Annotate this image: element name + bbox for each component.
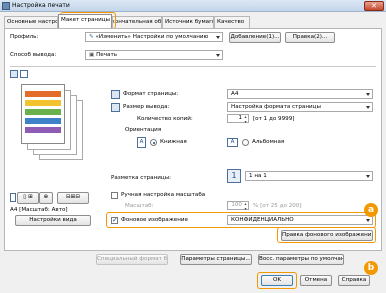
portrait-radio[interactable]	[150, 139, 157, 146]
output-size-label: Размер вывода:	[123, 104, 170, 110]
profile-select[interactable]: ✎ «Изменить» Настройки по умолчанию	[85, 32, 223, 42]
separator	[10, 66, 376, 67]
edit-watermark-highlight	[277, 227, 376, 243]
portrait-label: Книжная	[160, 139, 187, 145]
page-options-button[interactable]: Параметры страницы...	[180, 254, 252, 265]
page-layout-label: Разметка страницы:	[111, 175, 171, 181]
output-size-select[interactable]: Настройка формата страницы	[227, 102, 373, 112]
printer-icon	[2, 2, 10, 10]
view-pages-button[interactable]: ▯ ⊞	[17, 192, 39, 204]
manual-scaling-checkbox[interactable]	[111, 192, 118, 199]
title-bar: Настройка печати ✕	[0, 0, 386, 12]
orientation-label: Ориентация	[125, 127, 162, 133]
edit-profile-button[interactable]: Правка(2)...	[285, 32, 335, 43]
page-grid-icon: ▯ ⊞	[23, 194, 33, 200]
copies-label: Количество копий:	[137, 116, 193, 122]
tab-paper-source[interactable]: Источник бумаги	[162, 16, 214, 28]
page-preview	[19, 84, 89, 184]
chevron-down-icon	[366, 175, 370, 178]
preview-band-3	[25, 109, 61, 115]
tab-page-setup[interactable]: Макет страницы	[58, 14, 112, 28]
manual-scaling-label: Ручная настройка масштаба	[121, 192, 206, 198]
badge-a: a	[364, 203, 378, 217]
chevron-down-icon	[366, 106, 370, 109]
tab-panel: Профиль: ✎ «Изменить» Настройки по умолч…	[4, 28, 382, 251]
profile-label: Профиль:	[10, 34, 39, 40]
preview-sheet-front	[21, 84, 65, 144]
chevron-down-icon	[216, 54, 220, 57]
page-size-label: Формат страницы:	[123, 91, 179, 97]
page-layout-select[interactable]: 1 на 1	[245, 171, 373, 181]
portrait-icon: A	[137, 137, 146, 148]
tab-basic[interactable]: Основные настройки	[4, 16, 58, 28]
chevron-down-icon	[366, 93, 370, 96]
output-method-value: Печать	[96, 52, 118, 58]
chevron-down-icon	[216, 36, 220, 39]
window-title: Настройка печати	[12, 2, 70, 9]
page-layout-value: 1 на 1	[249, 173, 267, 179]
help-button[interactable]: Справка	[338, 275, 370, 286]
view-zoom-button[interactable]: ⊕	[39, 192, 53, 204]
preview-toggle-icon[interactable]	[10, 70, 18, 78]
cancel-button[interactable]: Отмена	[300, 275, 332, 286]
layout-toggle-icon[interactable]	[20, 70, 28, 78]
ok-highlight	[257, 272, 297, 289]
scale-range: % [от 25 до 200]	[253, 203, 302, 209]
tab-quality[interactable]: Качество	[214, 16, 250, 28]
preview-band-5	[25, 127, 61, 133]
preview-content	[25, 91, 61, 139]
page-size-icon	[111, 90, 120, 99]
badge-b: b	[364, 261, 378, 275]
layout-icon: ⊟⊞⊟	[65, 194, 81, 200]
copies-range: [от 1 до 9999]	[253, 116, 295, 122]
output-size-value: Настройка формата страницы	[231, 104, 321, 110]
preview-band-2	[25, 100, 61, 106]
page-size-select[interactable]: A4	[227, 89, 373, 99]
restore-defaults-button[interactable]: Восс. параметры по умолчан	[258, 254, 344, 265]
landscape-label: Альбомная	[252, 139, 285, 145]
output-method-select[interactable]: ▣ Печать	[85, 50, 223, 60]
add-profile-button[interactable]: Добавление(1)...	[229, 32, 281, 43]
tab-finishing[interactable]: Окончательная обработка	[112, 16, 162, 28]
page-size-value: A4	[231, 91, 239, 97]
zoom-icon: ⊕	[43, 194, 49, 200]
copies-spinner[interactable]: 1	[227, 114, 249, 124]
view-layout-button[interactable]: ⊟⊞⊟	[57, 192, 89, 204]
print-settings-dialog: Основные настройки Макет страницы Оконча…	[0, 12, 386, 293]
page-layout-icon: 1	[227, 169, 241, 183]
preview-band-1	[25, 91, 61, 97]
profile-value: «Изменить» Настройки по умолчанию	[95, 34, 209, 40]
special-paper-button[interactable]: Специальный формат бумаги...	[96, 254, 168, 265]
scale-label: Масштаб:	[125, 203, 154, 209]
view-settings-button[interactable]: Настройки вида	[15, 215, 91, 226]
output-size-icon	[111, 103, 120, 112]
output-method-label: Способ вывода:	[10, 52, 57, 58]
close-button[interactable]: ✕	[364, 1, 384, 11]
small-page-icon[interactable]	[10, 193, 16, 202]
preview-caption: A4 [Масштаб: Авто]	[10, 207, 68, 213]
preview-band-4	[25, 118, 61, 124]
landscape-radio[interactable]	[242, 139, 249, 146]
landscape-icon: A	[227, 138, 238, 147]
scale-spinner[interactable]: 100	[227, 201, 249, 211]
watermark-highlight	[106, 212, 376, 228]
